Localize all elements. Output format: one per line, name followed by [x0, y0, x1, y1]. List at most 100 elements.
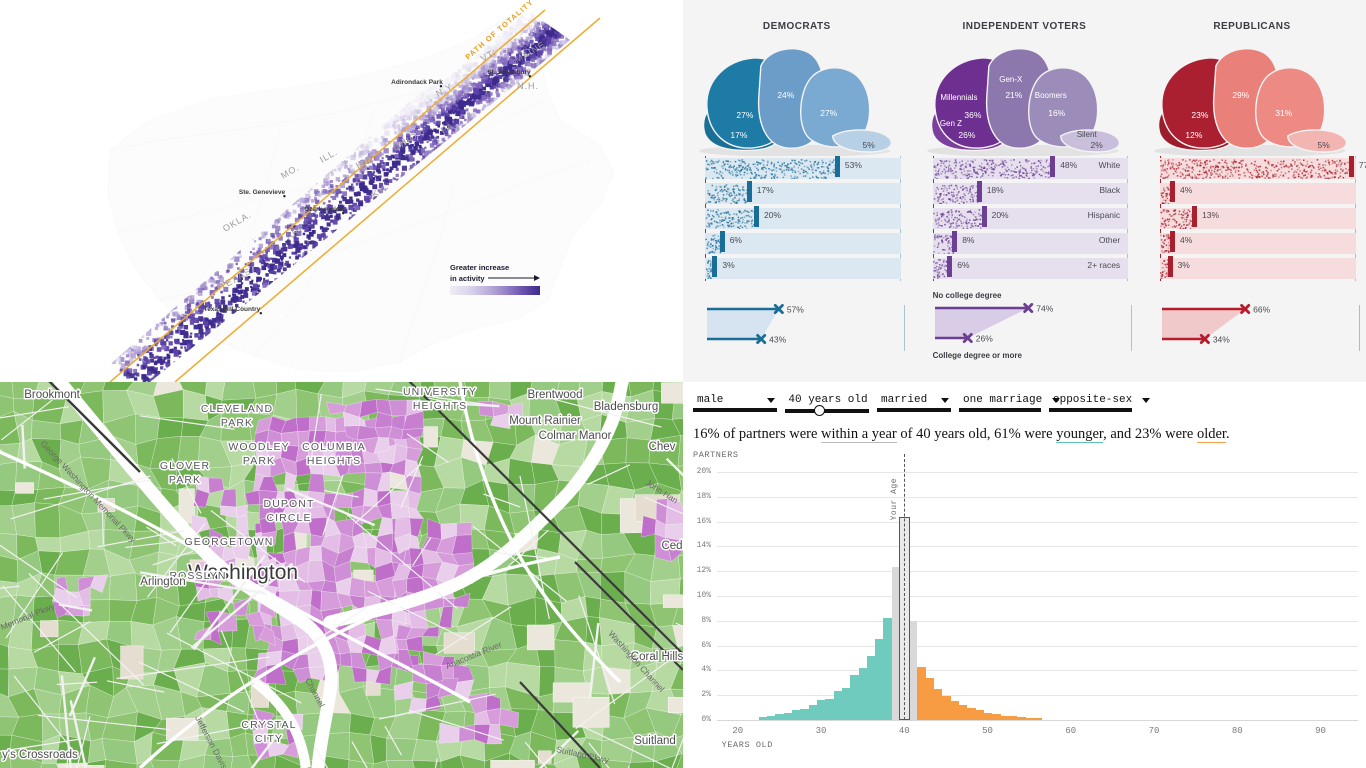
race-dot-cloud: [1160, 208, 1356, 229]
map-patch: [0, 461, 17, 492]
age-slider-knob[interactable]: [814, 405, 826, 416]
map-label: Arlington: [140, 576, 185, 588]
map-label: Mount Rainier: [509, 415, 581, 427]
race-dot-cloud: [1160, 158, 1356, 179]
map-label: PARK: [243, 455, 275, 467]
education-bottom-percent: 34%: [1213, 335, 1230, 345]
map-patch: [31, 419, 62, 440]
generation-percent: 31%: [1275, 108, 1292, 118]
y-axis-tick: 12%: [696, 566, 711, 576]
chevron-down-icon[interactable]: [1142, 397, 1151, 403]
map-patch: [442, 598, 455, 608]
control-marriages-underline[interactable]: [959, 408, 1041, 412]
map-patch: [538, 666, 556, 698]
race-percent: 8%: [962, 235, 975, 245]
map-patch: [641, 515, 657, 538]
gridline: [717, 521, 1358, 523]
gridline: [717, 546, 1358, 548]
chevron-down-icon[interactable]: [941, 397, 949, 403]
y-axis-title: PARTNERS: [693, 450, 739, 460]
map-label: PARK: [221, 417, 253, 429]
control-sex[interactable]: male: [693, 394, 777, 412]
summary-part-1: 16% of partners were: [693, 426, 822, 442]
summary-part-4: .: [1225, 426, 1230, 442]
race-row: 6%: [705, 231, 901, 256]
party-column-republicans: REPUBLICANS 12% 23% 29% 31% 5% 77% 4% 13% 4% 3% 66%…: [1138, 0, 1366, 382]
race-row: 20% Hispanic: [932, 206, 1129, 231]
control-orientation-underline[interactable]: [1049, 408, 1132, 412]
map-patch: [15, 482, 35, 494]
race-row: 6% 2+ races: [932, 256, 1129, 281]
column-divider: [1131, 305, 1133, 351]
generation-percent: 21%: [1005, 90, 1022, 100]
map-patch: [667, 697, 683, 714]
education-top-percent: 66%: [1253, 305, 1270, 315]
chevron-down-icon[interactable]: [767, 397, 775, 403]
histogram-chart: PARTNERS YEARS OLD 0% 2% 4% 6% 8% 10% 12% 14% 16…: [683, 450, 1366, 754]
control-orientation[interactable]: opposite-sex: [1049, 394, 1151, 412]
map-patch: [584, 596, 601, 618]
gridline: [717, 496, 1358, 498]
party-title: INDEPENDENT VOTERS: [962, 21, 1087, 32]
gridline: [717, 645, 1358, 647]
map-patch: [35, 537, 61, 553]
map-patch: [386, 738, 418, 761]
race-bar-chart: 77% 4% 13% 4% 3%: [1160, 156, 1366, 281]
race-category-label: Other: [1098, 235, 1121, 245]
control-orientation-value: opposite-sex: [1053, 394, 1133, 406]
race-value-marker: [719, 231, 725, 252]
gridline: [717, 571, 1358, 573]
age-slider-track[interactable]: [785, 405, 869, 416]
race-value-marker: [976, 181, 982, 202]
map-patch: [58, 644, 83, 675]
race-row: 48% White: [932, 156, 1129, 181]
race-value-marker: [952, 231, 958, 252]
y-axis-tick: 16%: [696, 516, 711, 526]
control-marital-underline[interactable]: [877, 408, 951, 412]
control-sex-underline[interactable]: [693, 408, 777, 412]
washington-dc-map[interactable]: Washington Washington Brookmont Brookmont CL…: [0, 382, 683, 768]
summary-older-link[interactable]: older: [1196, 426, 1226, 443]
race-value-marker: [746, 181, 752, 202]
generation-percent: 26%: [958, 130, 975, 140]
partner-age-explorer: male 40 years old married one marriage oppos…: [683, 382, 1366, 768]
race-percent: 17%: [756, 185, 774, 195]
race-value-marker: [712, 256, 718, 277]
generation-percent: 5%: [1318, 140, 1331, 150]
map-label: UNIVERSITY: [403, 386, 477, 398]
control-marital[interactable]: married: [877, 394, 951, 412]
summary-younger-link[interactable]: younger: [1056, 426, 1104, 443]
control-marriages[interactable]: one marriage: [959, 394, 1061, 412]
gridline: [717, 695, 1358, 697]
map-label: Brookmont: [24, 389, 80, 401]
race-category-label: White: [1098, 160, 1121, 170]
race-percent: 20%: [991, 210, 1009, 220]
y-axis-tick: 2%: [701, 690, 711, 700]
dc-map-svg[interactable]: WashingtonWashingtonBrookmontBrookmontCL…: [0, 382, 683, 768]
education-chart: 57% 43%: [705, 291, 911, 371]
generation-percent: 5%: [863, 140, 876, 150]
place-label: Texas Hill Country: [204, 306, 261, 313]
race-percent: 6%: [957, 260, 970, 270]
legend-line-1: Greater increase: [450, 263, 509, 272]
education-top-label: No college degree: [932, 291, 1002, 300]
map-label: WOODLEY: [228, 441, 289, 453]
map-label: Ced: [661, 540, 682, 552]
education-bottom-label: College degree or more: [932, 351, 1022, 360]
race-percent: 6%: [729, 235, 742, 245]
eclipse-map-svg: PATH OF TOTALITY TEXASOKLA. ARK.MO.ILL. IN…: [0, 0, 683, 382]
summary-within-link[interactable]: within a year: [821, 426, 897, 443]
y-axis-tick: 14%: [696, 541, 711, 551]
x-axis-tick: 70: [1148, 726, 1160, 736]
gridline: [717, 670, 1358, 672]
generation-chart: 12% 23% 29% 31% 5%: [1138, 38, 1366, 156]
party-title: REPUBLICANS: [1213, 21, 1291, 32]
map-label: Suitland: [634, 735, 676, 747]
race-percent: 18%: [986, 185, 1004, 195]
control-age[interactable]: 40 years old: [785, 394, 869, 416]
control-age-value: 40 years old: [788, 394, 868, 406]
education-bottom-percent: 43%: [769, 335, 786, 345]
race-value-marker: [1169, 231, 1175, 252]
generation-chart: 26% Gen Z 36% Millennials 21% Gen-X 16% Boomers…: [911, 38, 1139, 156]
map-patch: [325, 416, 337, 433]
